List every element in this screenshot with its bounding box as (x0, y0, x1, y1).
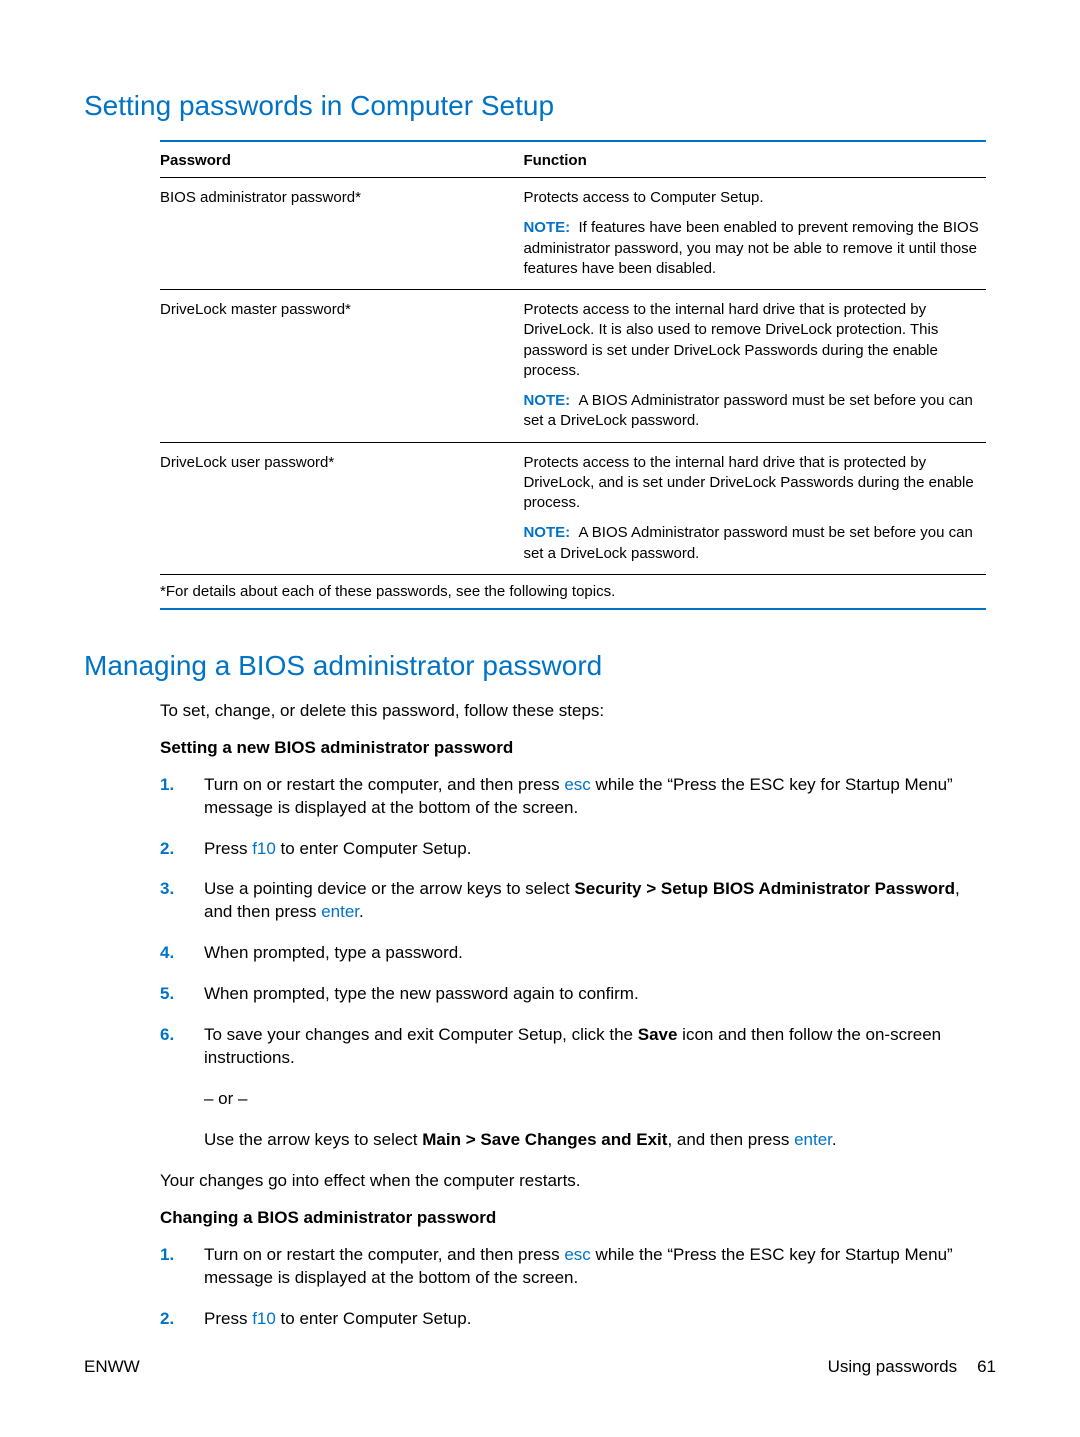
keycap-esc: esc (564, 775, 590, 794)
step-text: When prompted, type a password. (204, 943, 463, 962)
document-page: Setting passwords in Computer Setup Pass… (0, 0, 1080, 1437)
section-heading-managing-bios: Managing a BIOS administrator password (84, 650, 996, 682)
cell-function: Protects access to Computer Setup. NOTE:… (523, 178, 986, 290)
list-item: When prompted, type a password. (160, 942, 986, 965)
footer-section-name: Using passwords (828, 1357, 957, 1377)
keycap-f10: f10 (252, 839, 276, 858)
list-item: Use a pointing device or the arrow keys … (160, 878, 986, 924)
step-text: When prompted, type the new password aga… (204, 984, 639, 1003)
sub-heading-setting-new: Setting a new BIOS administrator passwor… (160, 737, 986, 760)
function-note: NOTE: A BIOS Administrator password must… (523, 523, 980, 564)
note-text: If features have been enabled to prevent… (523, 219, 978, 277)
step-text: To save your changes and exit Computer S… (204, 1025, 638, 1044)
step-or: – or – (204, 1088, 986, 1111)
col-header-password: Password (160, 141, 523, 178)
table-header-row: Password Function (160, 141, 986, 178)
list-item: To save your changes and exit Computer S… (160, 1024, 986, 1152)
list-item: Turn on or restart the computer, and the… (160, 774, 986, 820)
menu-path: Security > Setup BIOS Administrator Pass… (574, 879, 955, 898)
page-number: 61 (977, 1357, 996, 1377)
intro-text: To set, change, or delete this password,… (160, 700, 986, 723)
save-icon-label: Save (638, 1025, 678, 1044)
cell-password-name: BIOS administrator password* (160, 178, 523, 290)
after-steps-text: Your changes go into effect when the com… (160, 1170, 986, 1193)
keycap-enter: enter (321, 902, 359, 921)
section-heading-setting-passwords: Setting passwords in Computer Setup (84, 90, 996, 122)
step-text: . (359, 902, 364, 921)
step-text: . (832, 1130, 837, 1149)
step-text: Press (204, 1309, 252, 1328)
footer-left: ENWW (84, 1357, 140, 1377)
keycap-esc: esc (564, 1245, 590, 1264)
function-text: Protects access to the internal hard dri… (523, 453, 980, 514)
note-text: A BIOS Administrator password must be se… (523, 392, 972, 429)
step-alt: Use the arrow keys to select Main > Save… (204, 1129, 986, 1152)
function-note: NOTE: If features have been enabled to p… (523, 218, 980, 279)
function-text: Protects access to the internal hard dri… (523, 300, 980, 381)
step-text: Use the arrow keys to select (204, 1130, 422, 1149)
list-item: Press f10 to enter Computer Setup. (160, 838, 986, 861)
passwords-table-wrap: Password Function BIOS administrator pas… (160, 140, 986, 610)
cell-password-name: DriveLock user password* (160, 442, 523, 574)
page-footer: ENWW Using passwords 61 (84, 1357, 996, 1377)
table-row: BIOS administrator password* Protects ac… (160, 178, 986, 290)
sub-heading-changing: Changing a BIOS administrator password (160, 1207, 986, 1230)
note-label: NOTE: (523, 392, 570, 409)
step-text: Press (204, 839, 252, 858)
footer-right: Using passwords 61 (828, 1357, 996, 1377)
table-row: DriveLock master password* Protects acce… (160, 290, 986, 443)
passwords-table: Password Function BIOS administrator pas… (160, 140, 986, 575)
cell-function: Protects access to the internal hard dri… (523, 290, 986, 443)
keycap-f10: f10 (252, 1309, 276, 1328)
col-header-function: Function (523, 141, 986, 178)
table-row: DriveLock user password* Protects access… (160, 442, 986, 574)
keycap-enter: enter (794, 1130, 832, 1149)
cell-password-name: DriveLock master password* (160, 290, 523, 443)
function-text: Protects access to Computer Setup. (523, 188, 980, 208)
steps-changing: Turn on or restart the computer, and the… (160, 1244, 986, 1331)
cell-function: Protects access to the internal hard dri… (523, 442, 986, 574)
list-item: When prompted, type the new password aga… (160, 983, 986, 1006)
list-item: Turn on or restart the computer, and the… (160, 1244, 986, 1290)
step-text: Turn on or restart the computer, and the… (204, 1245, 564, 1264)
step-text: Use a pointing device or the arrow keys … (204, 879, 574, 898)
note-label: NOTE: (523, 524, 570, 541)
step-text: , and then press (667, 1130, 794, 1149)
steps-setting-new: Turn on or restart the computer, and the… (160, 774, 986, 1152)
function-note: NOTE: A BIOS Administrator password must… (523, 391, 980, 432)
note-text: A BIOS Administrator password must be se… (523, 524, 972, 561)
table-footnote: *For details about each of these passwor… (160, 575, 986, 610)
menu-path: Main > Save Changes and Exit (422, 1130, 667, 1149)
step-text: to enter Computer Setup. (276, 1309, 472, 1328)
section2-body: To set, change, or delete this password,… (160, 700, 986, 1331)
list-item: Press f10 to enter Computer Setup. (160, 1308, 986, 1331)
note-label: NOTE: (523, 219, 570, 236)
step-text: to enter Computer Setup. (276, 839, 472, 858)
step-text: Turn on or restart the computer, and the… (204, 775, 564, 794)
